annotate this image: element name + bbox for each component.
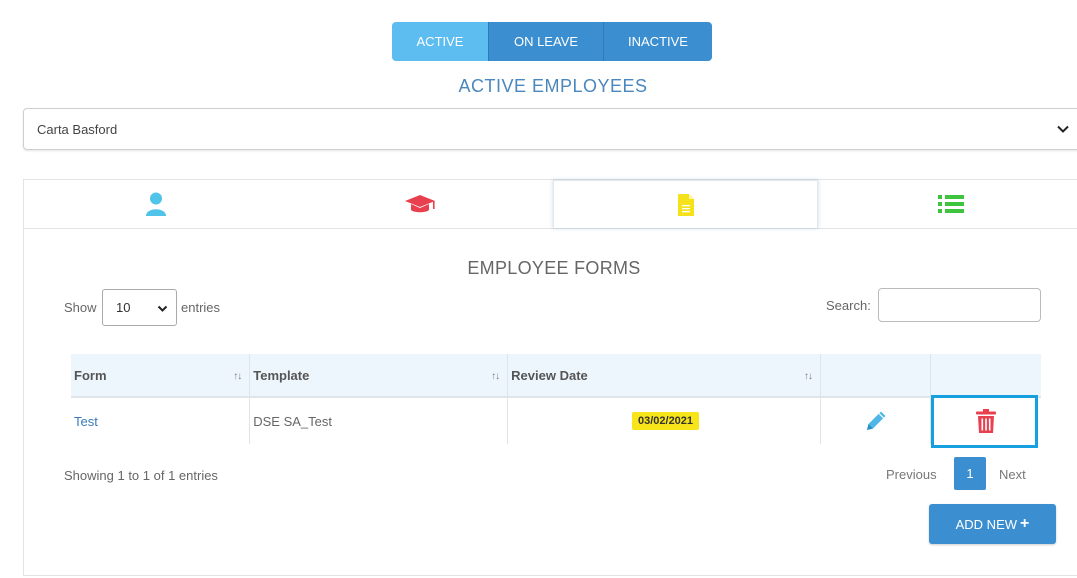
delete-button-highlight	[931, 395, 1039, 448]
tab-personal[interactable]	[24, 180, 288, 228]
sort-icon: ↑↓	[233, 371, 242, 382]
edit-button[interactable]	[821, 398, 931, 444]
next-page-link[interactable]: Next	[999, 467, 1026, 482]
column-header-label: Template	[253, 367, 310, 383]
user-icon	[146, 192, 166, 216]
table-row: Test DSE SA_Test 03/02/2021	[71, 395, 1041, 448]
entries-select[interactable]: 10	[102, 289, 177, 326]
list-icon	[938, 195, 964, 213]
column-header-label: Review Date	[511, 367, 588, 383]
column-header-template[interactable]: Template ↑↓	[249, 354, 509, 398]
search-label: Search:	[826, 298, 871, 313]
pencil-icon	[866, 411, 886, 430]
sort-icon: ↑↓	[491, 371, 500, 382]
column-header-delete	[930, 354, 1041, 398]
table-info: Showing 1 to 1 of 1 entries	[64, 468, 218, 483]
column-header-label: Form	[74, 367, 107, 383]
column-header-edit	[820, 354, 932, 398]
column-header-review-date[interactable]: Review Date ↑↓	[507, 354, 821, 398]
tab-active[interactable]: ACTIVE	[392, 22, 488, 61]
entries-label: entries	[181, 300, 221, 315]
document-icon	[677, 193, 694, 216]
tab-inactive[interactable]: INACTIVE	[603, 22, 712, 61]
show-label: Show	[64, 300, 97, 315]
section-tab-row	[24, 180, 1077, 229]
chevron-down-icon	[157, 305, 168, 312]
sort-icon: ↑↓	[803, 371, 813, 382]
tab-on-leave[interactable]: ON LEAVE	[488, 22, 603, 61]
form-link[interactable]: Test	[74, 414, 98, 429]
column-header-form[interactable]: Form ↑↓	[71, 354, 251, 398]
previous-page-link[interactable]: Previous	[886, 467, 937, 482]
tab-list[interactable]	[818, 180, 1077, 228]
tab-forms[interactable]	[553, 180, 818, 228]
page-button-1[interactable]: 1	[954, 457, 986, 490]
add-new-button[interactable]: ADD NEW +	[929, 504, 1056, 544]
employee-select-value: Carta Basford	[37, 121, 118, 137]
entries-select-value: 10	[116, 300, 131, 315]
status-tab-group: ACTIVE ON LEAVE INACTIVE	[392, 22, 712, 61]
forms-heading: EMPLOYEE FORMS	[467, 258, 641, 278]
review-date-badge: 03/02/2021	[631, 412, 700, 430]
add-new-label: ADD NEW	[955, 516, 1018, 532]
employee-panel: EMPLOYEE FORMS Show 10 entries Search: F…	[23, 179, 1077, 576]
forms-table: Form ↑↓ Template ↑↓ Review Date ↑↓ Test …	[71, 354, 1041, 448]
employee-select[interactable]: Carta Basford	[23, 108, 1077, 150]
plus-icon: +	[1020, 515, 1030, 532]
table-header-row: Form ↑↓ Template ↑↓ Review Date ↑↓	[71, 354, 1041, 398]
page-title: ACTIVE EMPLOYEES	[458, 76, 648, 96]
search-input[interactable]	[878, 288, 1041, 322]
template-cell: DSE SA_Test	[253, 413, 332, 429]
tab-training[interactable]	[288, 180, 552, 228]
chevron-down-icon	[1057, 125, 1069, 133]
graduation-cap-icon	[405, 195, 435, 213]
